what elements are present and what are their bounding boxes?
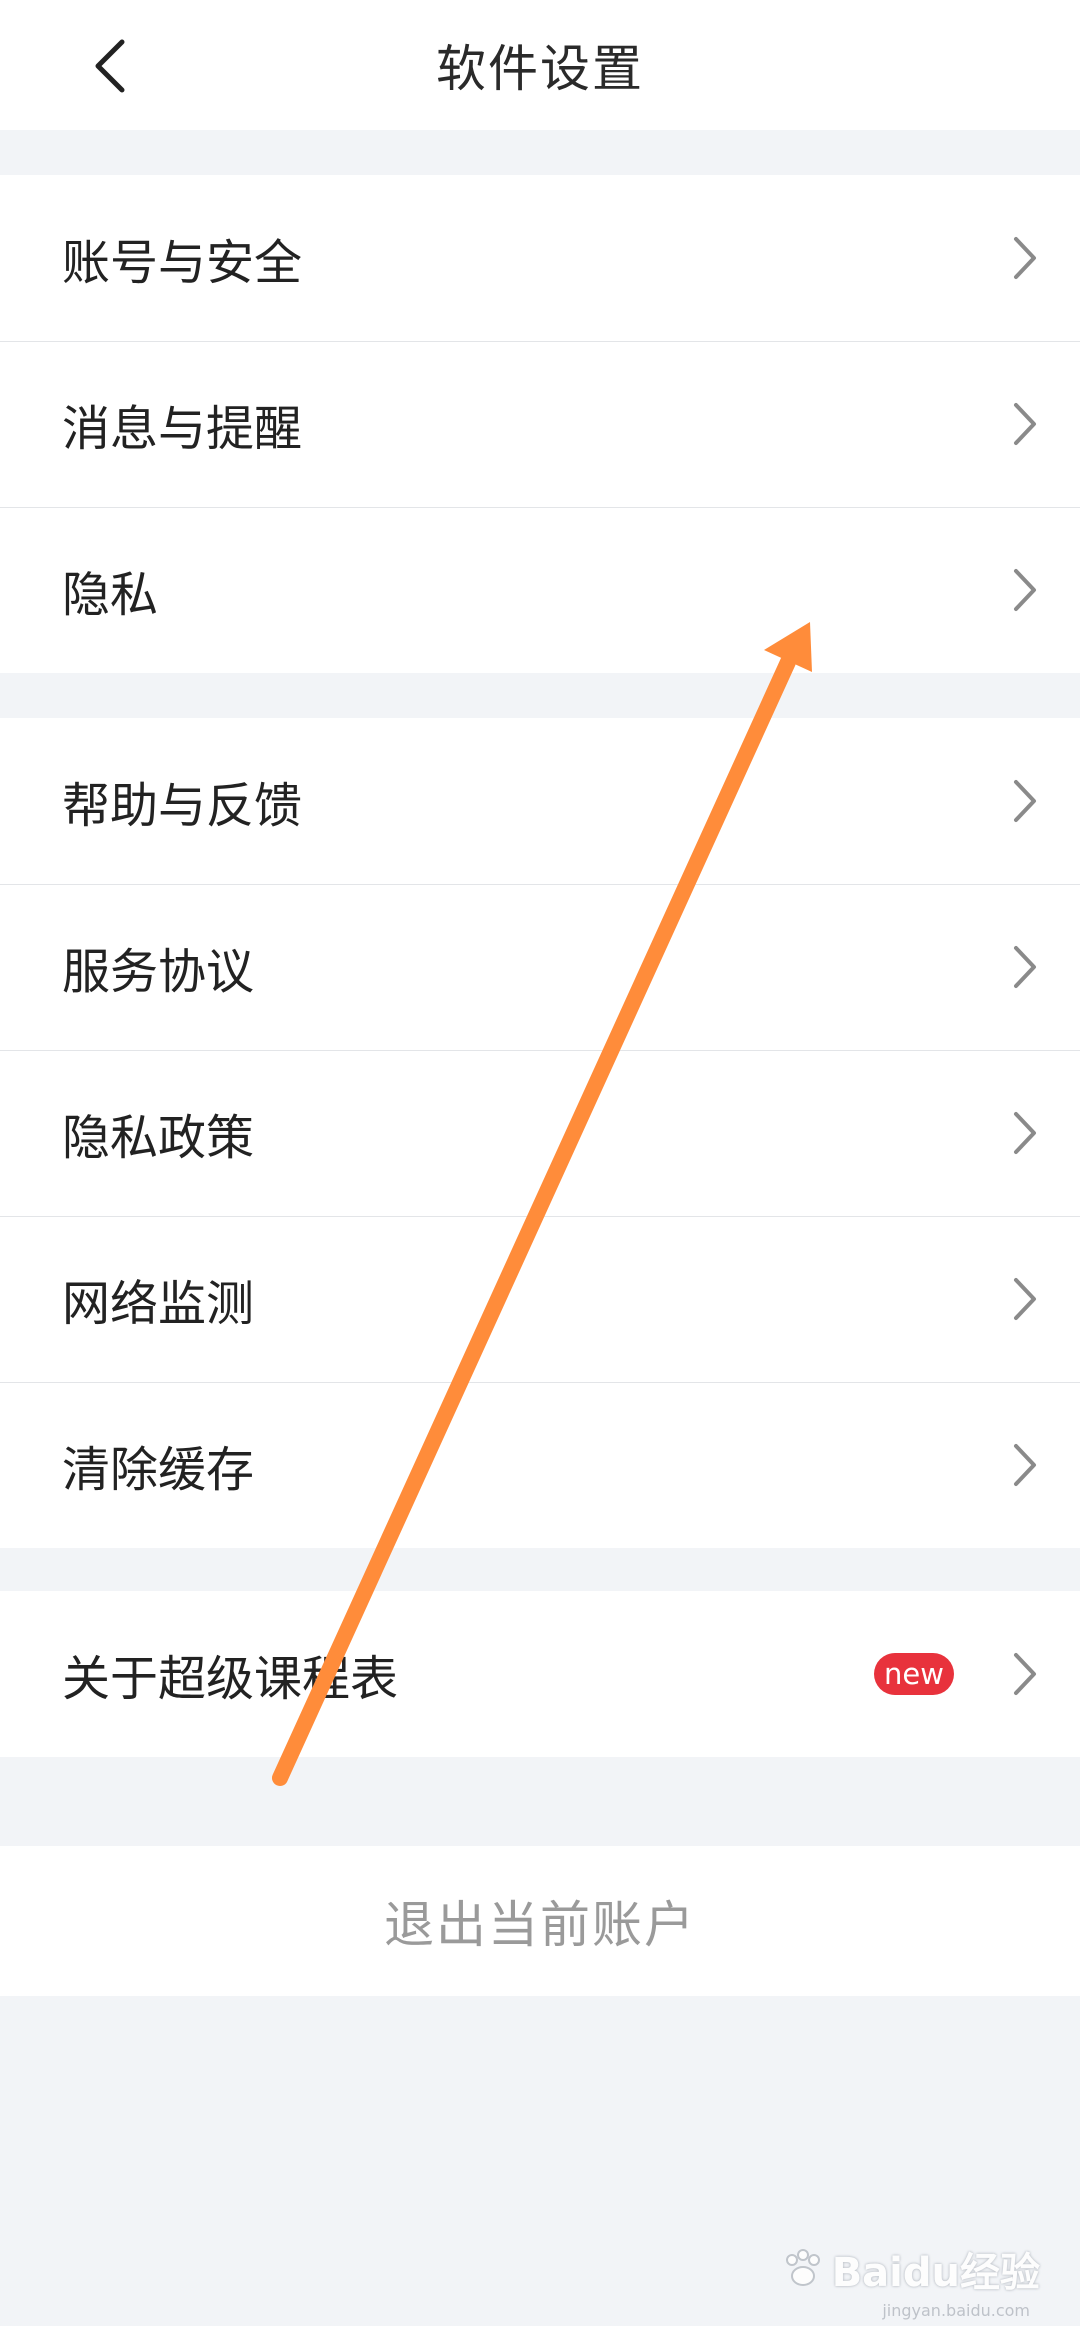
baidu-jingyan-watermark: Baidu经验 jingyan.baidu.com [780, 2240, 1040, 2320]
settings-item-label: 关于超级课程表 [62, 1651, 399, 1707]
settings-group-general: 帮助与反馈 服务协议 隐私政策 网络监测 清除缓存 [0, 718, 1080, 1548]
chevron-right-icon [1014, 1278, 1036, 1320]
settings-item-privacy-policy[interactable]: 隐私政策 [0, 1050, 1080, 1216]
page-title: 软件设置 [436, 40, 644, 98]
logout-button[interactable]: 退出当前账户 [0, 1846, 1080, 1996]
new-badge: new [874, 1653, 954, 1695]
chevron-right-icon [1014, 946, 1036, 988]
top-bar: 软件设置 [0, 0, 1080, 130]
chevron-right-icon [1014, 403, 1036, 445]
chevron-right-icon [1014, 1112, 1036, 1154]
settings-item-network-monitor[interactable]: 网络监测 [0, 1216, 1080, 1382]
settings-item-label: 网络监测 [62, 1276, 255, 1332]
settings-item-label: 消息与提醒 [62, 401, 303, 457]
settings-item-label: 帮助与反馈 [62, 778, 303, 834]
settings-item-label: 隐私政策 [62, 1110, 255, 1166]
settings-item-account-security[interactable]: 账号与安全 [0, 175, 1080, 341]
settings-item-label: 服务协议 [62, 944, 255, 1000]
paw-logo-icon [785, 2249, 820, 2286]
settings-item-label: 清除缓存 [62, 1442, 255, 1498]
settings-item-clear-cache[interactable]: 清除缓存 [0, 1382, 1080, 1548]
watermark-url: jingyan.baidu.com [882, 2301, 1030, 2320]
chevron-left-icon [95, 39, 125, 93]
settings-item-about[interactable]: 关于超级课程表 new [0, 1591, 1080, 1757]
chevron-right-icon [1014, 780, 1036, 822]
back-button[interactable] [70, 28, 150, 104]
settings-group-about: 关于超级课程表 new [0, 1591, 1080, 1757]
chevron-right-icon [1014, 1653, 1036, 1695]
watermark-brand: Baidu经验 [831, 2250, 1040, 2296]
settings-group-account: 账号与安全 消息与提醒 隐私 [0, 175, 1080, 673]
settings-item-label: 账号与安全 [62, 235, 303, 291]
chevron-right-icon [1014, 1444, 1036, 1486]
chevron-right-icon [1014, 569, 1036, 611]
settings-item-service-agreement[interactable]: 服务协议 [0, 884, 1080, 1050]
logout-label: 退出当前账户 [384, 1896, 696, 1954]
chevron-right-icon [1014, 237, 1036, 279]
settings-item-label: 隐私 [62, 567, 159, 623]
settings-item-privacy[interactable]: 隐私 [0, 507, 1080, 673]
settings-item-help-feedback[interactable]: 帮助与反馈 [0, 718, 1080, 884]
settings-item-messages-reminders[interactable]: 消息与提醒 [0, 341, 1080, 507]
